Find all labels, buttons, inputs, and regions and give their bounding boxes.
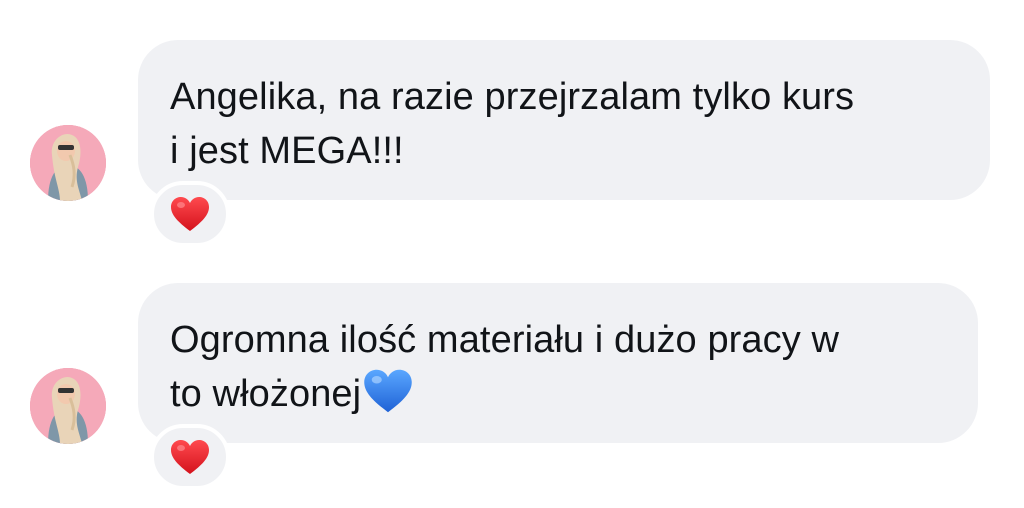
- avatar-photo: [30, 368, 106, 444]
- comment-bubble[interactable]: Angelika, na razie przejrzalam tylko kur…: [138, 40, 990, 200]
- comment-text: Angelika, na razie przejrzalam tylko kur…: [170, 76, 855, 172]
- blue-heart-icon: [364, 369, 412, 413]
- avatar[interactable]: [30, 368, 106, 444]
- red-heart-icon: [171, 440, 209, 474]
- avatar-photo: [30, 125, 106, 201]
- reaction-badge[interactable]: [150, 181, 230, 247]
- red-heart-icon: [171, 197, 209, 231]
- comment-text: Ogromna ilość materiału i dużo pracy w t…: [170, 319, 840, 415]
- avatar[interactable]: [30, 125, 106, 201]
- reaction-badge[interactable]: [150, 424, 230, 490]
- comment-bubble[interactable]: Ogromna ilość materiału i dużo pracy w t…: [138, 283, 978, 443]
